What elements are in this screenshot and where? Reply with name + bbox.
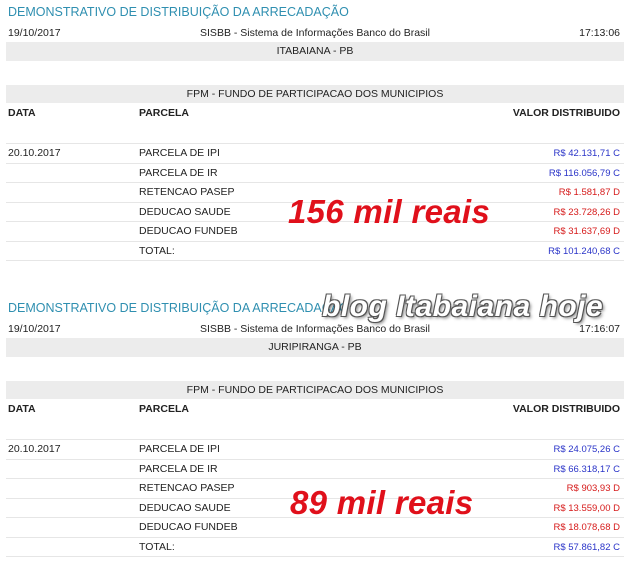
row-value: R$ 18.078,68 D [553,522,620,533]
row-value: R$ 1.581,87 D [558,187,620,198]
row-value: R$ 101.240,68 C [548,245,620,257]
col-header-parcela: PARCELA [139,107,189,119]
row-parcela: PARCELA DE IR [139,462,218,475]
table-header: DATA PARCELA VALOR DISTRIBUIDO [0,103,630,123]
row-value: R$ 903,93 D [566,483,620,494]
spacer-gap [0,357,630,381]
row-parcela: DEDUCAO SAUDE [139,205,231,218]
system-name: SISBB - Sistema de Informações Banco do … [200,323,430,335]
row-parcela: PARCELA DE IPI [139,443,220,455]
municipality-name: JURIPIRANGA - PB [6,338,624,357]
table-header: DATA PARCELA VALOR DISTRIBUIDO [0,399,630,419]
row-parcela: RETENCAO PASEP [139,482,235,494]
blog-watermark: blog Itabaiana hoje [322,290,604,323]
amount-overlay-juripiranga: 89 mil reais [290,484,474,521]
col-header-data: DATA [8,403,36,415]
col-header-parcela: PARCELA [139,403,189,415]
row-parcela: TOTAL: [139,540,175,553]
row-date: 20.10.2017 [8,443,61,455]
row-parcela: PARCELA DE IR [139,166,218,179]
table-spacer-row [6,123,624,144]
row-value: R$ 42.131,71 C [553,148,620,159]
row-value: R$ 66.318,17 C [553,463,620,475]
section-title: FPM - FUNDO DE PARTICIPACAO DOS MUNICIPI… [6,85,624,103]
row-parcela: DEDUCAO SAUDE [139,501,231,514]
row-date: 20.10.2017 [8,147,61,159]
report-meta-bar: 19/10/2017 SISBB - Sistema de Informações… [0,24,630,42]
table-row: PARCELA DE IR R$ 116.056,79 C [6,164,624,183]
report-title: DEMONSTRATIVO DE DISTRIBUIÇÃO DA ARRECAD… [8,5,349,19]
amount-overlay-itabaiana: 156 mil reais [288,193,491,230]
table-row: TOTAL: R$ 101.240,68 C [6,242,624,261]
table-row: PARCELA DE IR R$ 66.318,17 C [6,460,624,479]
col-header-valor: VALOR DISTRIBUIDO [512,107,620,119]
table-row: TOTAL: R$ 57.861,82 C [6,538,624,557]
section-title: FPM - FUNDO DE PARTICIPACAO DOS MUNICIPI… [6,381,624,399]
row-parcela: TOTAL: [139,244,175,257]
row-parcela: DEDUCAO FUNDEB [139,225,238,237]
table-row: 20.10.2017 PARCELA DE IPI R$ 42.131,71 C [6,144,624,164]
row-value: R$ 31.637,69 D [553,226,620,237]
table-row: 20.10.2017 PARCELA DE IPI R$ 24.075,26 C [6,440,624,460]
row-value: R$ 57.861,82 C [553,541,620,553]
row-parcela: PARCELA DE IPI [139,147,220,159]
row-value: R$ 23.728,26 D [553,206,620,218]
row-value: R$ 116.056,79 C [548,167,620,179]
row-value: R$ 13.559,00 D [553,502,620,514]
row-parcela: RETENCAO PASEP [139,186,235,198]
row-value: R$ 24.075,26 C [553,444,620,455]
report-time: 17:13:06 [579,27,620,39]
col-header-data: DATA [8,107,36,119]
row-parcela: DEDUCAO FUNDEB [139,521,238,533]
table-spacer-row [6,419,624,440]
system-name: SISBB - Sistema de Informações Banco do … [200,27,430,39]
municipality-name: ITABAIANA - PB [6,42,624,61]
col-header-valor: VALOR DISTRIBUIDO [512,403,620,415]
report-time: 17:16:07 [579,323,620,335]
spacer-gap [0,61,630,85]
